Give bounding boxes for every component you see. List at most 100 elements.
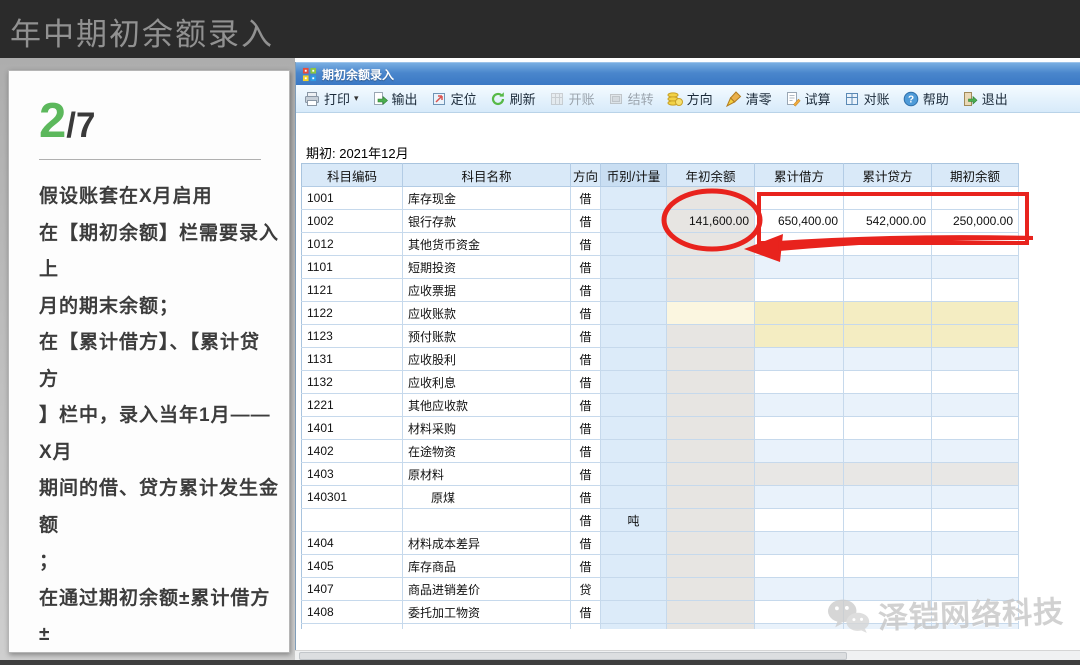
cell-name[interactable]: 材料采购 <box>403 417 571 440</box>
cell-year-begin[interactable] <box>667 509 755 532</box>
cell-code[interactable]: 1123 <box>302 325 403 348</box>
cell-year-begin[interactable] <box>667 348 755 371</box>
cell-cum-debit[interactable] <box>755 302 844 325</box>
cell-year-begin[interactable] <box>667 302 755 325</box>
cell-begin-balance[interactable] <box>932 233 1019 256</box>
cell-direction[interactable]: 借 <box>571 348 601 371</box>
scrollbar-thumb[interactable] <box>299 652 847 660</box>
cell-cum-debit[interactable] <box>755 624 844 629</box>
cell-unit[interactable] <box>601 325 667 348</box>
cell-code[interactable]: 1131 <box>302 348 403 371</box>
cell-code[interactable]: 1402 <box>302 440 403 463</box>
cell-year-begin[interactable] <box>667 578 755 601</box>
cell-code[interactable]: 1132 <box>302 371 403 394</box>
cell-begin-balance[interactable] <box>932 509 1019 532</box>
cell-code[interactable]: 1403 <box>302 463 403 486</box>
cell-year-begin[interactable] <box>667 624 755 629</box>
cell-unit[interactable] <box>601 601 667 624</box>
cell-begin-balance[interactable] <box>932 601 1019 624</box>
cell-cum-credit[interactable] <box>844 624 932 629</box>
cell-name[interactable]: 短期投资 <box>403 256 571 279</box>
cell-code[interactable]: 140301 <box>302 486 403 509</box>
cell-unit[interactable] <box>601 348 667 371</box>
cell-cum-debit[interactable] <box>755 256 844 279</box>
cell-cum-credit[interactable] <box>844 509 932 532</box>
cell-direction[interactable]: 借 <box>571 233 601 256</box>
window-titlebar[interactable]: 期初余额录入 <box>296 62 1080 85</box>
cell-code[interactable]: 1012 <box>302 233 403 256</box>
cell-year-begin[interactable]: 141,600.00 <box>667 210 755 233</box>
cell-name[interactable]: 库存商品 <box>403 555 571 578</box>
cell-cum-credit[interactable] <box>844 532 932 555</box>
cell-direction[interactable]: 借 <box>571 486 601 509</box>
cell-year-begin[interactable] <box>667 325 755 348</box>
cell-begin-balance[interactable] <box>932 394 1019 417</box>
cell-name[interactable]: 其他应收款 <box>403 394 571 417</box>
cell-code[interactable]: 1001 <box>302 187 403 210</box>
cell-cum-credit[interactable] <box>844 256 932 279</box>
cell-unit[interactable] <box>601 210 667 233</box>
reconcile-button[interactable]: 对账 <box>844 89 890 108</box>
cell-unit[interactable] <box>601 463 667 486</box>
cell-year-begin[interactable] <box>667 532 755 555</box>
printer-button[interactable]: 打印▾ <box>304 89 359 108</box>
cell-unit[interactable] <box>601 417 667 440</box>
cell-name[interactable]: 在途物资 <box>403 440 571 463</box>
cell-cum-credit[interactable] <box>844 394 932 417</box>
refresh-button[interactable]: 刷新 <box>490 89 536 108</box>
cell-direction[interactable]: 借 <box>571 325 601 348</box>
cell-direction[interactable]: 借 <box>571 417 601 440</box>
cell-name[interactable]: 预付账款 <box>403 325 571 348</box>
cell-cum-debit[interactable] <box>755 440 844 463</box>
cell-name[interactable]: 库存现金 <box>403 187 571 210</box>
cell-cum-debit[interactable] <box>755 601 844 624</box>
cell-code[interactable]: 1101 <box>302 256 403 279</box>
cell-begin-balance[interactable] <box>932 440 1019 463</box>
cell-cum-debit[interactable] <box>755 578 844 601</box>
cell-year-begin[interactable] <box>667 394 755 417</box>
cell-name[interactable]: 应收票据 <box>403 279 571 302</box>
cell-direction[interactable]: 借 <box>571 187 601 210</box>
cell-unit[interactable] <box>601 555 667 578</box>
cell-begin-balance[interactable] <box>932 417 1019 440</box>
cell-direction[interactable]: 借 <box>571 371 601 394</box>
cell-begin-balance[interactable] <box>932 532 1019 555</box>
cell-cum-debit[interactable] <box>755 555 844 578</box>
cell-year-begin[interactable] <box>667 601 755 624</box>
cell-cum-credit[interactable] <box>844 302 932 325</box>
cell-direction[interactable]: 借 <box>571 256 601 279</box>
cell-direction[interactable]: 借 <box>571 394 601 417</box>
cell-unit[interactable] <box>601 302 667 325</box>
cell-name[interactable]: 应收股利 <box>403 348 571 371</box>
cell-cum-debit[interactable] <box>755 509 844 532</box>
cell-cum-debit[interactable] <box>755 348 844 371</box>
cell-cum-credit[interactable] <box>844 440 932 463</box>
cell-begin-balance[interactable] <box>932 371 1019 394</box>
cell-code[interactable]: 1407 <box>302 578 403 601</box>
cell-cum-debit[interactable] <box>755 233 844 256</box>
cell-code[interactable]: 1404 <box>302 532 403 555</box>
cell-code[interactable]: 1122 <box>302 302 403 325</box>
cell-direction[interactable]: 借 <box>571 440 601 463</box>
cell-unit[interactable] <box>601 486 667 509</box>
cell-cum-credit[interactable] <box>844 233 932 256</box>
cell-cum-debit[interactable] <box>755 187 844 210</box>
cell-cum-credit[interactable] <box>844 187 932 210</box>
cell-unit[interactable] <box>601 371 667 394</box>
cell-year-begin[interactable] <box>667 555 755 578</box>
export-button[interactable]: 输出 <box>372 89 418 108</box>
cell-begin-balance[interactable] <box>932 555 1019 578</box>
cell-direction[interactable] <box>571 624 601 629</box>
cell-name[interactable]: 银行存款 <box>403 210 571 233</box>
cell-name[interactable] <box>403 509 571 532</box>
cell-begin-balance[interactable] <box>932 256 1019 279</box>
cell-unit[interactable] <box>601 440 667 463</box>
direction-button[interactable]: 方向 <box>667 89 713 108</box>
cell-begin-balance[interactable] <box>932 279 1019 302</box>
cell-direction[interactable]: 贷 <box>571 578 601 601</box>
cell-direction[interactable]: 借 <box>571 463 601 486</box>
help-button[interactable]: ?帮助 <box>903 89 949 108</box>
cell-name[interactable]: 其他货币资金 <box>403 233 571 256</box>
cell-code[interactable] <box>302 509 403 532</box>
cell-unit[interactable] <box>601 187 667 210</box>
